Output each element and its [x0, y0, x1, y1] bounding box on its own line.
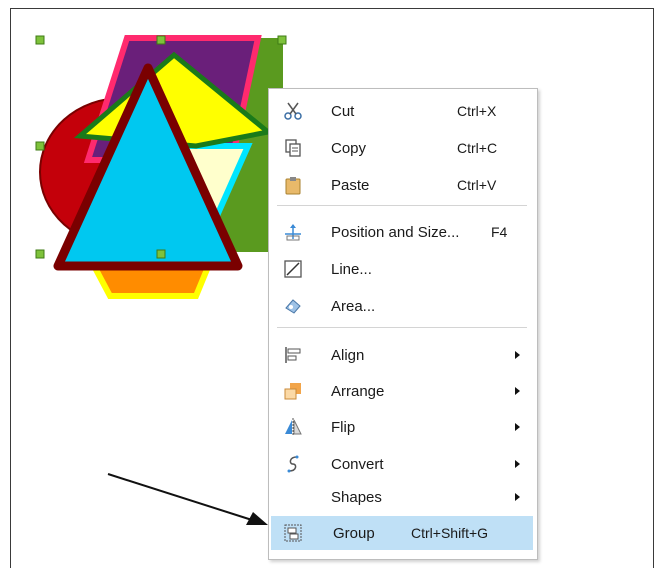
menu-item-align[interactable]: Align [269, 340, 535, 370]
menu-separator [277, 327, 527, 328]
copy-icon [283, 138, 303, 158]
menu-separator [277, 205, 527, 206]
menu-item-shortcut: Ctrl+C [457, 140, 498, 156]
menu-item-label: Position and Size... [331, 223, 460, 241]
selection-handle-top-right[interactable] [277, 35, 287, 45]
align-icon [283, 345, 303, 365]
menu-item-label: Line... [331, 260, 372, 278]
submenu-arrow-icon [515, 460, 520, 468]
menu-item-label: Arrange [331, 382, 385, 400]
menu-item-label: Convert [331, 455, 384, 473]
selection-handle-bottom-center[interactable] [156, 249, 166, 259]
submenu-arrow-icon [515, 423, 520, 431]
flip-icon [283, 417, 303, 437]
menu-item-shortcut: F4 [491, 224, 508, 240]
scissors-icon [283, 101, 303, 121]
menu-item-label: Group [333, 524, 375, 542]
menu-item-label: Flip [331, 418, 356, 436]
submenu-arrow-icon [515, 351, 520, 359]
context-menu: Cut Ctrl+X Copy Ctrl+C Paste Ctrl+V Posi… [268, 88, 538, 560]
menu-item-area[interactable]: Area... [269, 291, 535, 321]
area-icon [283, 296, 303, 316]
position-size-icon [283, 222, 303, 242]
submenu-arrow-icon [515, 493, 520, 501]
menu-item-position-and-size[interactable]: Position and Size... F4 [269, 217, 535, 247]
menu-item-group[interactable]: Group Ctrl+Shift+G [271, 516, 533, 550]
menu-item-arrange[interactable]: Arrange [269, 376, 535, 406]
menu-item-shapes[interactable]: Shapes [269, 482, 535, 512]
menu-item-label: Shapes [331, 488, 382, 506]
menu-item-label: Copy [331, 139, 367, 157]
selection-handle-bottom-left[interactable] [35, 249, 45, 259]
menu-item-paste[interactable]: Paste Ctrl+V [269, 170, 535, 200]
convert-icon [283, 454, 303, 474]
submenu-arrow-icon [515, 387, 520, 395]
menu-item-label: Paste [331, 176, 370, 194]
menu-item-shortcut: Ctrl+X [457, 103, 497, 119]
menu-item-shortcut: Ctrl+Shift+G [411, 525, 489, 541]
menu-item-line[interactable]: Line... [269, 254, 535, 284]
line-icon [283, 259, 303, 279]
clipboard-icon [283, 175, 303, 195]
selection-handle-middle-left[interactable] [35, 141, 45, 151]
menu-item-copy[interactable]: Copy Ctrl+C [269, 133, 535, 163]
menu-item-shortcut: Ctrl+V [457, 177, 497, 193]
group-icon [283, 523, 303, 543]
menu-item-flip[interactable]: Flip [269, 412, 535, 442]
menu-item-label: Area... [331, 297, 376, 315]
selection-handle-top-left[interactable] [35, 35, 45, 45]
selection-handle-top-center[interactable] [156, 35, 166, 45]
arrange-icon [283, 381, 303, 401]
menu-item-cut[interactable]: Cut Ctrl+X [269, 96, 535, 126]
menu-item-convert[interactable]: Convert [269, 449, 535, 479]
menu-item-label: Align [331, 346, 365, 364]
menu-item-label: Cut [331, 102, 355, 120]
